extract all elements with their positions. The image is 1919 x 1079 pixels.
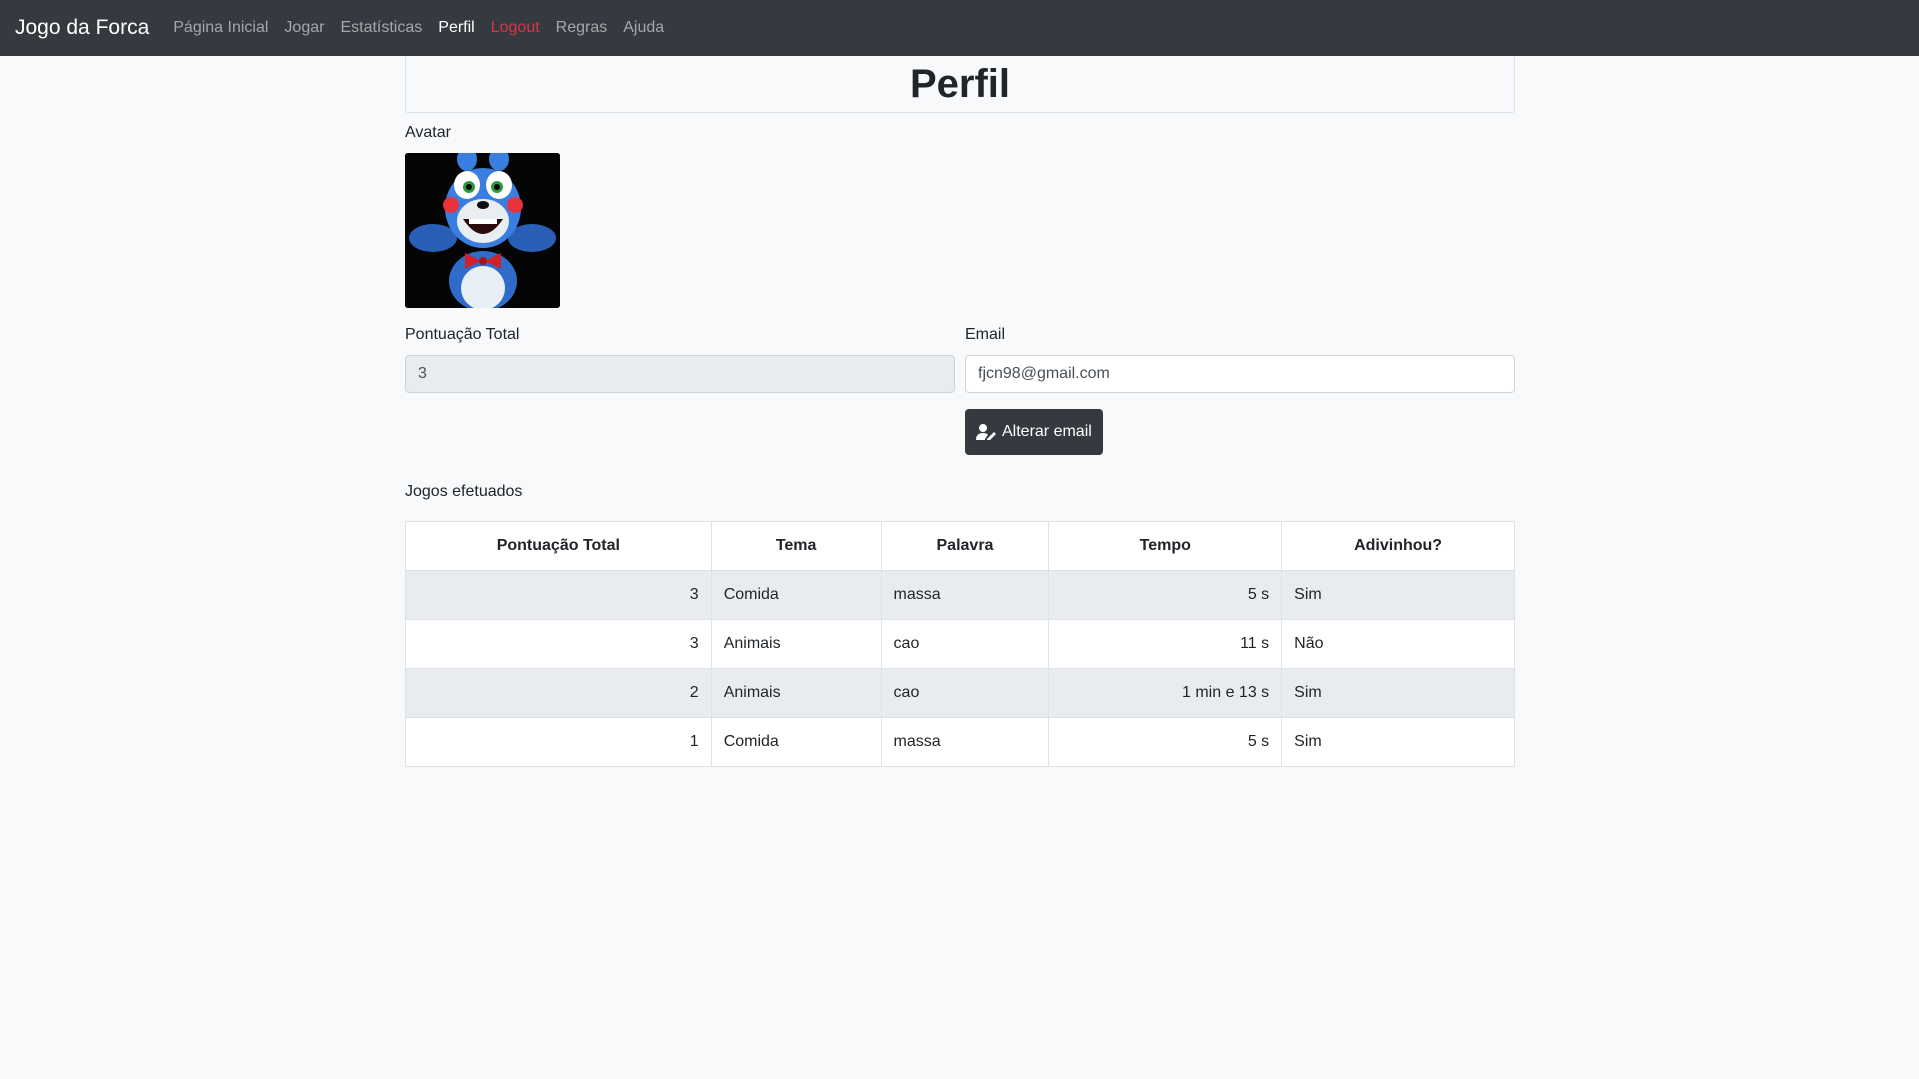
- animatronic-avatar-image: [405, 153, 560, 308]
- table-cell: Comida: [710, 570, 882, 620]
- games-table: Pontuação Total Tema Palavra Tempo Adivi…: [405, 521, 1515, 767]
- navbar: Jogo da Forca Página Inicial Jogar Estat…: [0, 0, 1919, 56]
- games-label: Jogos efetuados: [405, 483, 523, 500]
- column-header: Pontuação Total: [405, 521, 712, 571]
- nav-item-ajuda[interactable]: Ajuda: [623, 19, 664, 37]
- table-cell: massa: [880, 570, 1050, 620]
- table-cell: 2: [405, 668, 712, 718]
- table-row: 1 Comida massa 5 s Sim: [405, 717, 1515, 767]
- table-row: 3 Animais cao 11 s Não: [405, 619, 1515, 669]
- table-cell: cao: [880, 619, 1050, 669]
- change-email-button[interactable]: Alterar email: [965, 409, 1103, 455]
- table-row: 3 Comida massa 5 s Sim: [405, 570, 1515, 620]
- column-header: Adivinhou?: [1281, 521, 1515, 571]
- table-row: 2 Animais cao 1 min e 13 s Sim: [405, 668, 1515, 718]
- score-group: Pontuação Total: [405, 326, 955, 393]
- table-cell: 3: [405, 570, 712, 620]
- email-group: Email Alterar email: [965, 326, 1515, 455]
- email-field[interactable]: [965, 355, 1515, 393]
- nav-item-estatisticas[interactable]: Estatísticas: [340, 19, 422, 37]
- table-cell: Não: [1281, 619, 1515, 669]
- nav-item-logout[interactable]: Logout: [491, 19, 540, 37]
- nav-item-perfil[interactable]: Perfil: [438, 19, 474, 37]
- table-cell: 3: [405, 619, 712, 669]
- change-email-button-label: Alterar email: [1002, 423, 1092, 440]
- table-cell: Sim: [1281, 717, 1515, 767]
- table-cell: 11 s: [1048, 619, 1283, 669]
- nav-item-pagina-inicial[interactable]: Página Inicial: [173, 19, 268, 37]
- table-cell: Sim: [1281, 668, 1515, 718]
- avatar: [405, 153, 560, 308]
- avatar-label: Avatar: [405, 124, 451, 141]
- table-cell: 5 s: [1048, 570, 1283, 620]
- page-title: Perfil: [909, 61, 1011, 106]
- table-cell: 5 s: [1048, 717, 1283, 767]
- column-header: Palavra: [880, 521, 1050, 571]
- navbar-brand[interactable]: Jogo da Forca: [15, 16, 149, 40]
- user-edit-icon: [976, 424, 996, 440]
- nav-item-regras[interactable]: Regras: [556, 19, 608, 37]
- table-header-row: Pontuação Total Tema Palavra Tempo Adivi…: [405, 521, 1515, 571]
- table-cell: Sim: [1281, 570, 1515, 620]
- table-cell: Animais: [710, 668, 882, 718]
- table-cell: Comida: [710, 717, 882, 767]
- main-content: Perfil Avatar Pontuação Total 3 Email fj…: [405, 56, 1515, 767]
- table-cell: 1: [405, 717, 712, 767]
- table-cell: massa: [880, 717, 1050, 767]
- table-cell: cao: [880, 668, 1050, 718]
- score-label: Pontuação Total: [405, 326, 520, 343]
- email-label: Email: [965, 326, 1006, 343]
- column-header: Tema: [710, 521, 882, 571]
- page-title-box: Perfil: [405, 56, 1515, 113]
- nav-item-jogar[interactable]: Jogar: [284, 19, 324, 37]
- table-cell: Animais: [710, 619, 882, 669]
- column-header: Tempo: [1048, 521, 1283, 571]
- table-cell: 1 min e 13 s: [1048, 668, 1283, 718]
- score-field: [405, 355, 955, 393]
